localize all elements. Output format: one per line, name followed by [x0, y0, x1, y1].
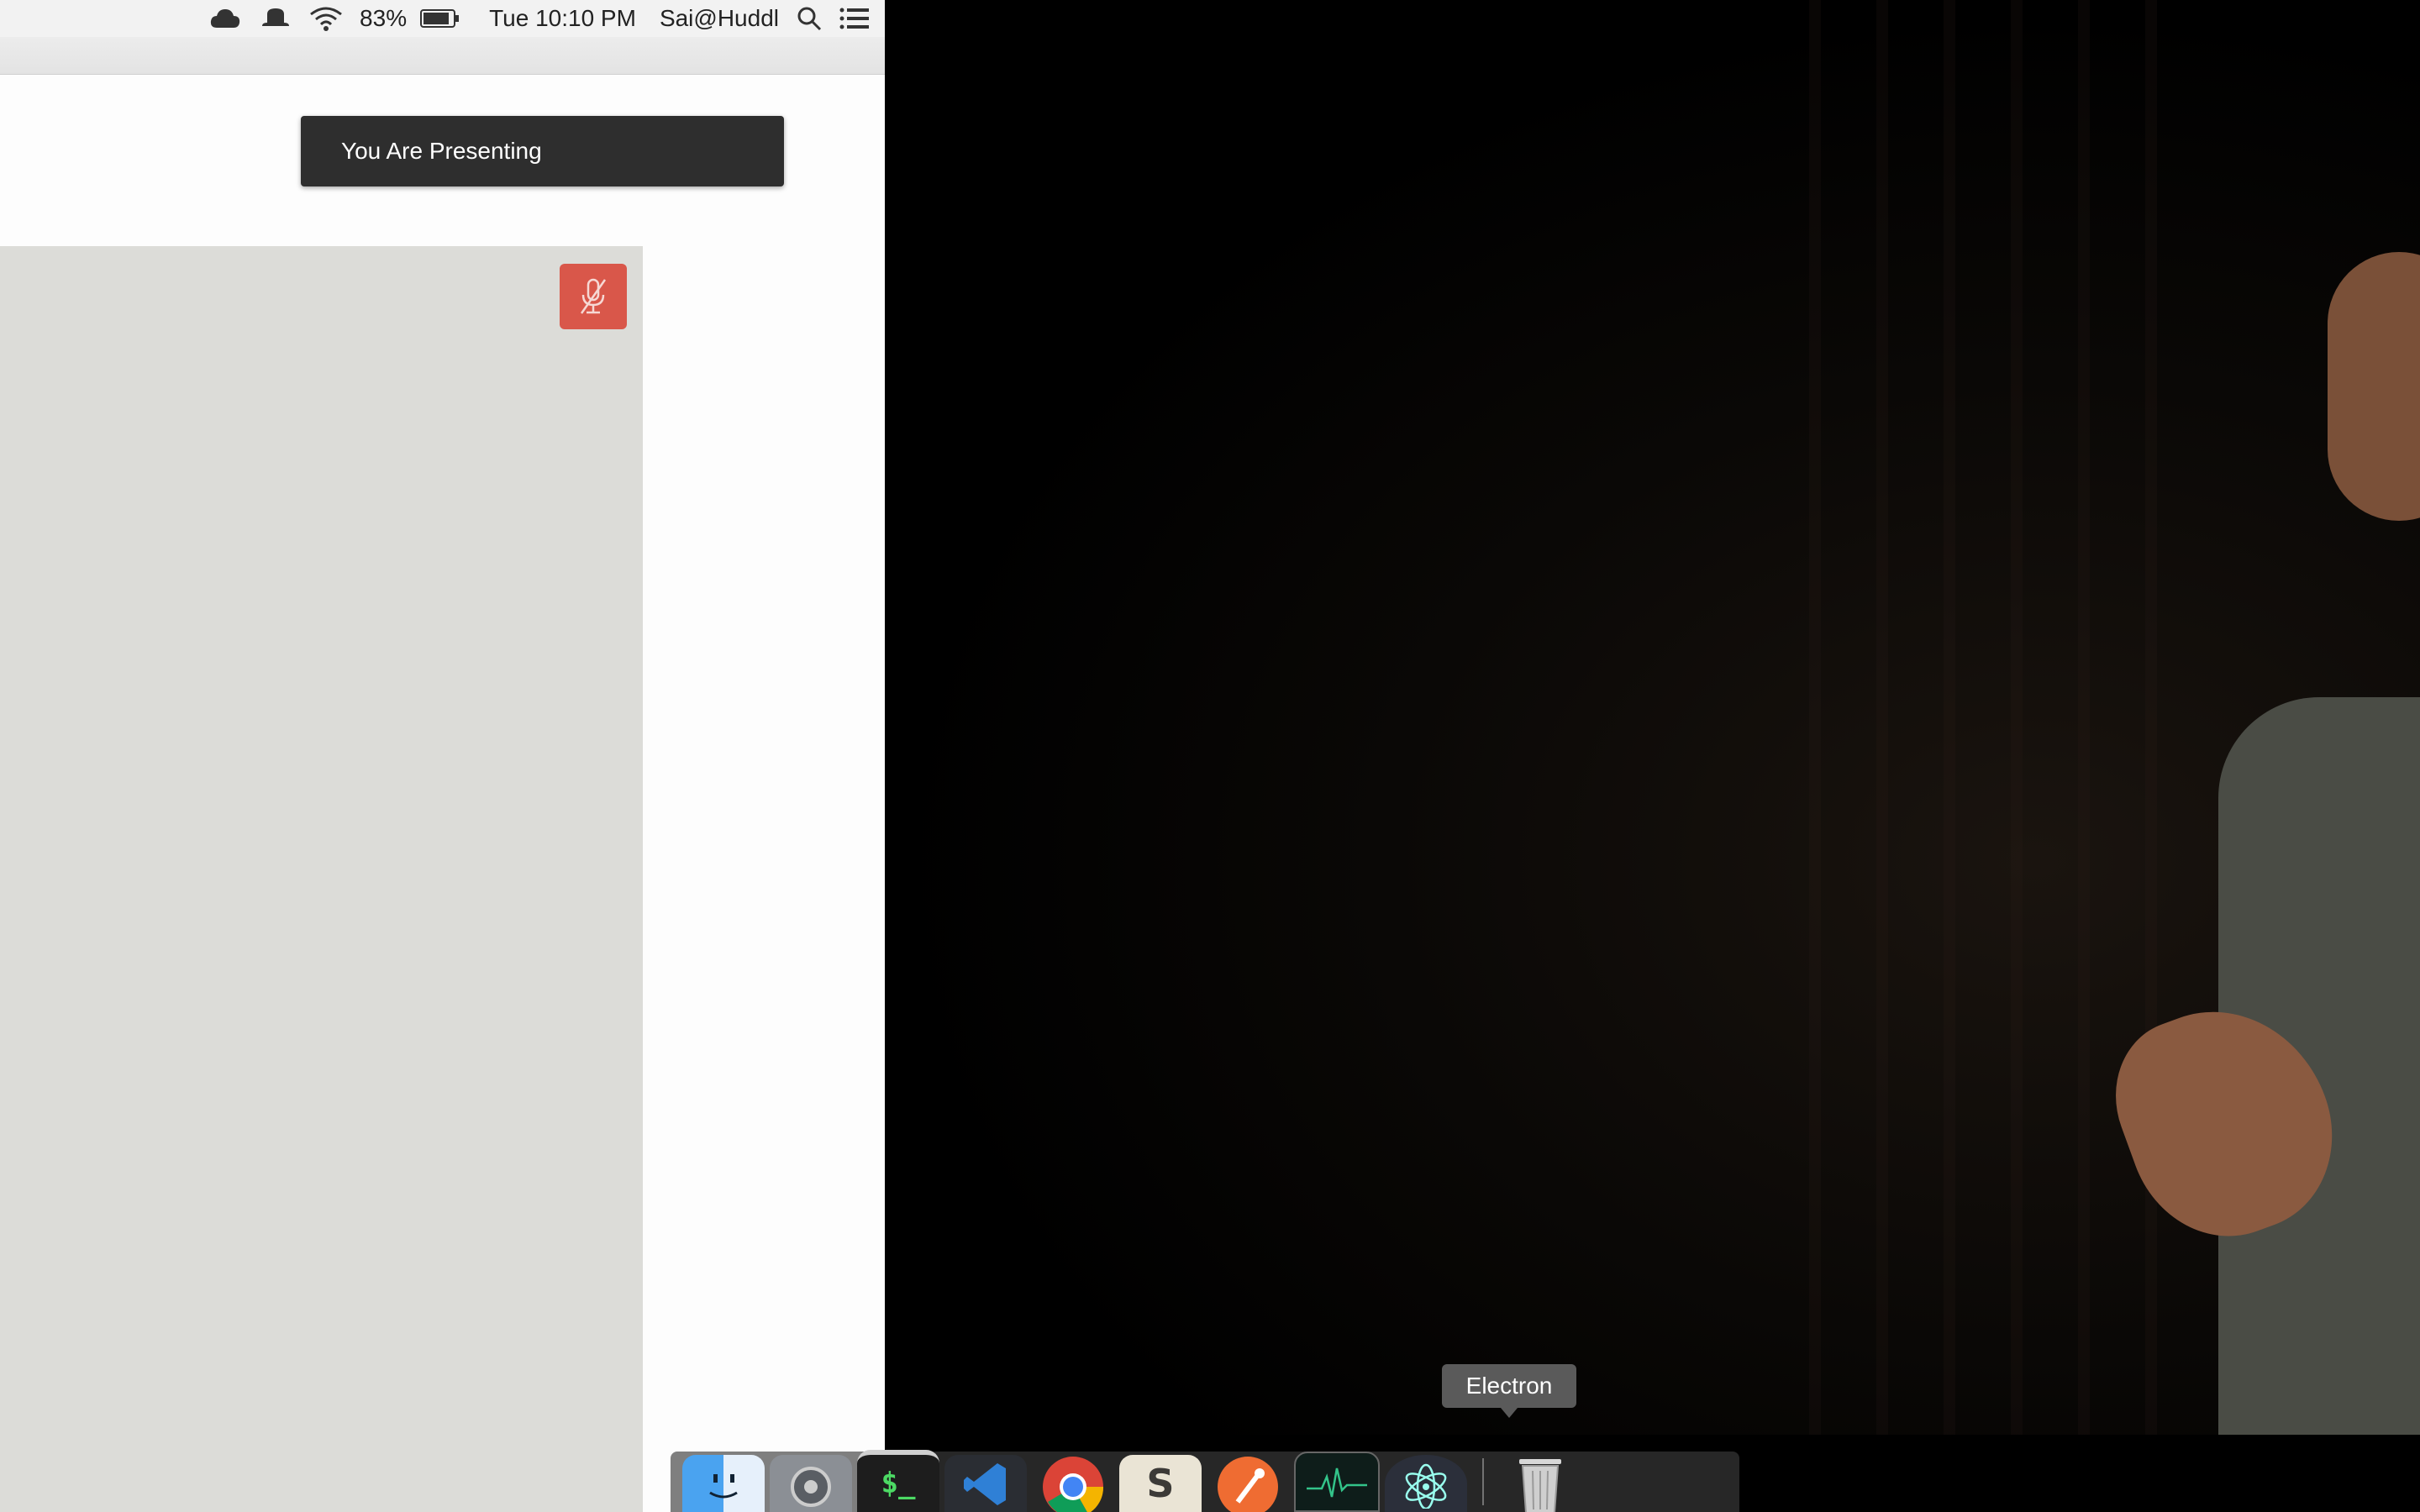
- muted-microphone-icon: [580, 278, 607, 314]
- finder-icon[interactable]: [682, 1455, 765, 1512]
- creative-cloud-icon[interactable]: [208, 0, 242, 37]
- battery-percent[interactable]: 83%: [360, 0, 407, 37]
- alfred-hat-icon[interactable]: [259, 0, 292, 37]
- slack-icon[interactable]: S: [1119, 1455, 1202, 1512]
- activity-monitor-icon[interactable]: [1294, 1452, 1380, 1512]
- dock-separator: [1482, 1458, 1484, 1505]
- battery-icon[interactable]: [420, 0, 460, 37]
- trash-icon[interactable]: [1499, 1455, 1581, 1512]
- dock-tooltip: Electron: [1442, 1364, 1576, 1418]
- mac-screen: 83% Tue 10:10 PM Sai@Huddl You Are Prese…: [0, 0, 885, 1512]
- postman-icon[interactable]: [1207, 1455, 1289, 1512]
- video-tile: [0, 246, 643, 1512]
- dock: $_ S: [671, 1450, 1739, 1512]
- wifi-icon[interactable]: [309, 0, 343, 37]
- presenting-toast: You Are Presenting: [301, 116, 784, 186]
- dock-tooltip-label: Electron: [1465, 1373, 1553, 1399]
- system-preferences-icon[interactable]: [770, 1455, 852, 1512]
- menubar-clock[interactable]: Tue 10:10 PM: [489, 0, 636, 37]
- vscode-icon[interactable]: [944, 1455, 1027, 1512]
- chrome-icon[interactable]: [1032, 1455, 1114, 1512]
- notification-center-icon[interactable]: [839, 0, 870, 37]
- presenter-video-feed: [885, 0, 2420, 1435]
- electron-icon[interactable]: [1385, 1455, 1467, 1512]
- menu-bar: 83% Tue 10:10 PM Sai@Huddl: [0, 0, 885, 38]
- terminal-icon[interactable]: $_: [857, 1450, 939, 1512]
- menubar-user[interactable]: Sai@Huddl: [660, 0, 779, 37]
- spotlight-search-icon[interactable]: [796, 0, 823, 37]
- mute-microphone-button[interactable]: [560, 264, 627, 329]
- presenter-head: [2328, 252, 2420, 521]
- window-title-bar[interactable]: [0, 37, 885, 75]
- toast-message: You Are Presenting: [341, 138, 542, 164]
